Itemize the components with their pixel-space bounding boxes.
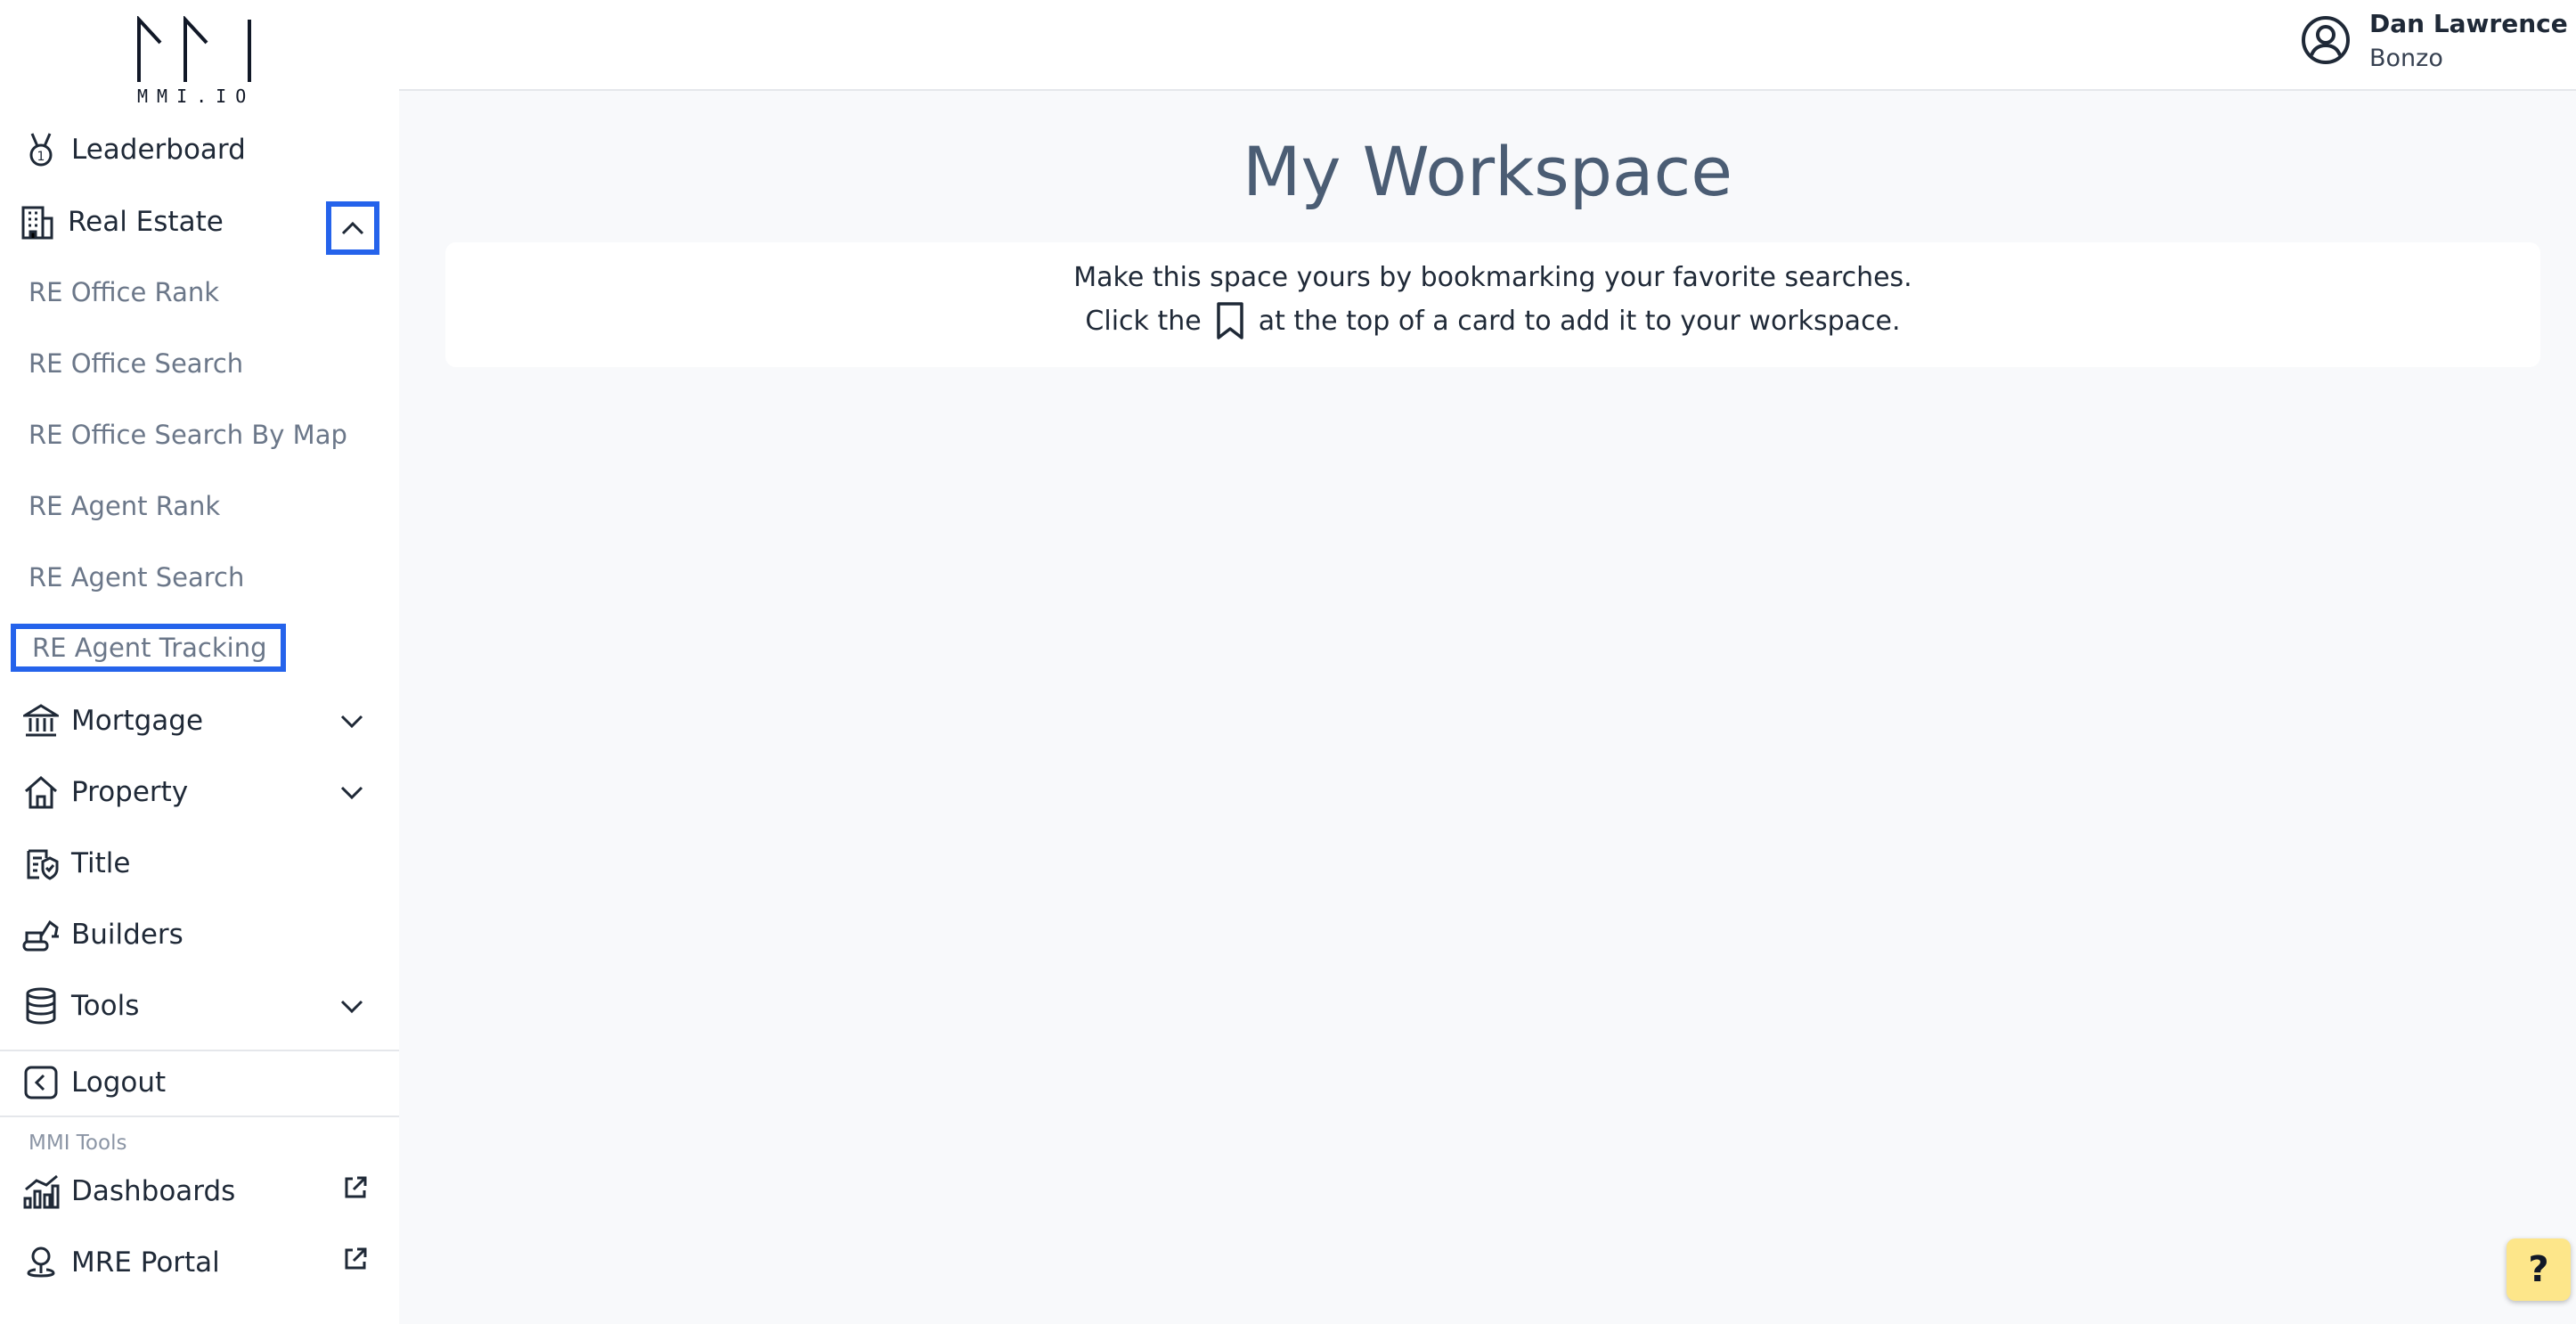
sidebar-subitem-re-agent-rank[interactable]: RE Agent Rank [29,491,220,521]
sidebar-item-mortgage[interactable]: Mortgage [0,690,399,752]
bank-icon [21,701,61,740]
chart-icon [21,1172,61,1211]
top-bar [399,0,2576,91]
sidebar-item-mre-portal[interactable]: MRE Portal [0,1231,399,1294]
sidebar-item-tools[interactable]: Tools [0,975,399,1037]
workspace-empty-card: Make this space yours by bookmarking you… [445,242,2540,367]
sidebar-item-label: Title [71,847,131,879]
chevron-down-icon[interactable] [335,704,369,738]
database-icon [21,986,61,1026]
chevron-left-square-icon [21,1063,61,1102]
sidebar-item-builders[interactable]: Builders [0,903,399,966]
logo-text: MMI.IO [137,86,256,107]
external-link-icon[interactable] [342,1174,369,1201]
mmi-logo[interactable]: MMI.IO [135,16,257,107]
sidebar-item-property[interactable]: Property [0,761,399,823]
section-label-mmi-tools: MMI Tools [29,1132,127,1155]
external-link-icon[interactable] [342,1246,369,1272]
sidebar-divider [0,1116,399,1117]
sidebar-item-label: Mortgage [71,705,204,737]
sidebar-item-logout[interactable]: Logout [0,1051,399,1114]
medal-icon: 1 [21,130,61,169]
excavator-icon [21,915,61,954]
sidebar-item-dashboards[interactable]: Dashboards [0,1160,399,1222]
user-name[interactable]: Dan Lawrence [2369,9,2568,38]
sidebar-item-title[interactable]: Title [0,832,399,895]
sidebar-subitem-re-office-search[interactable]: RE Office Search [29,348,243,379]
sidebar-subitem-re-agent-search[interactable]: RE Agent Search [29,562,244,593]
map-pin-icon [21,1243,61,1282]
sidebar-item-label: Tools [71,990,140,1022]
sidebar-item-real-estate[interactable]: Real Estate [0,191,399,255]
user-avatar-icon[interactable] [2300,14,2352,66]
chevron-down-icon[interactable] [335,775,369,809]
building-icon [18,202,57,241]
sidebar-subitem-re-office-rank[interactable]: RE Office Rank [29,277,219,307]
sidebar-item-label: Real Estate [68,206,224,238]
sidebar-item-leaderboard[interactable]: 1 Leaderboard [0,119,399,181]
certificate-icon [21,844,61,883]
hint-text-after: at the top of a card to add it to your w… [1258,305,1901,337]
workspace-hint-line2: Click the at the top of a card to add it… [445,301,2540,340]
collapse-real-estate-button[interactable] [326,201,379,255]
chevron-down-icon[interactable] [335,989,369,1023]
page-title: My Workspace [1242,132,1733,211]
chevron-up-icon [341,221,364,235]
hint-text-before: Click the [1085,305,1202,337]
logo-mark-icon [137,16,251,82]
svg-text:1: 1 [37,150,45,164]
sidebar-item-label: Logout [71,1067,167,1099]
sidebar-item-label: MRE Portal [71,1246,220,1279]
sidebar: MMI.IO 1 Leaderboard Real Estate RE Offi… [0,0,399,1324]
sidebar-item-label: Leaderboard [71,134,246,166]
sidebar-item-label: Property [71,776,189,808]
house-icon [21,772,61,812]
bookmark-icon [1216,302,1243,339]
sidebar-item-label: Dashboards [71,1175,236,1207]
help-button[interactable]: ? [2507,1238,2571,1301]
user-organization: Bonzo [2369,45,2443,72]
sidebar-item-label: Builders [71,919,183,951]
sidebar-subitem-re-office-search-by-map[interactable]: RE Office Search By Map [29,420,347,450]
workspace-hint-line1: Make this space yours by bookmarking you… [1073,262,1912,293]
sidebar-subitem-re-agent-tracking[interactable]: RE Agent Tracking [11,624,287,672]
